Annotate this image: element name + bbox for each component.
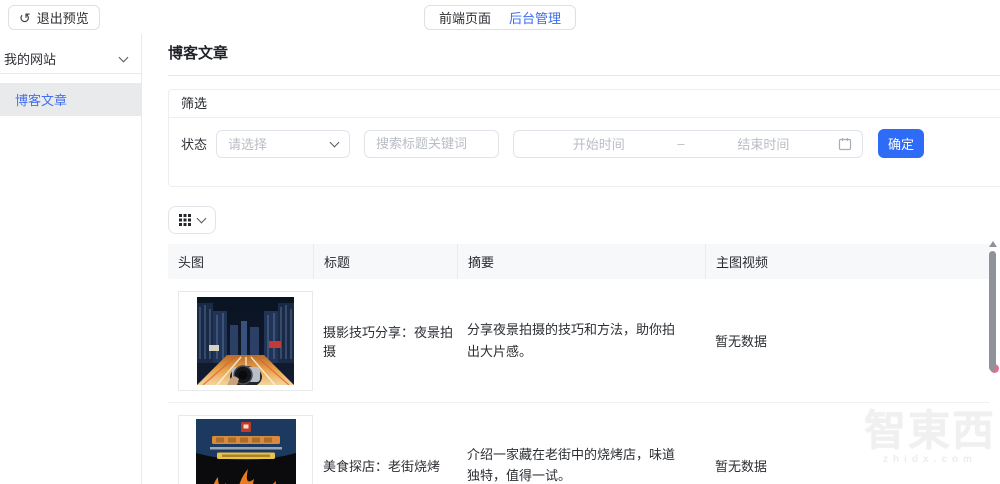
table-scrollbar (988, 241, 997, 371)
table-row[interactable]: 美食探店：老街烧烤 介绍一家藏在老街中的烧烤店，味道独特，值得一试。 暂无数据 (168, 403, 990, 484)
main-content: 博客文章 筛选 状态 请选择 开始时间 – 结束时间 (142, 34, 1000, 484)
article-thumbnail-frame (178, 415, 313, 484)
column-header-main-video: 主图视频 (705, 244, 990, 279)
bbq-food-poster (195, 419, 296, 484)
sidebar-item-blog-articles[interactable]: 博客文章 (0, 83, 141, 116)
scroll-up-icon[interactable] (988, 241, 997, 247)
page-title: 博客文章 (168, 45, 229, 62)
article-thumbnail-frame (178, 290, 313, 391)
sidebar-item-label: 博客文章 (15, 93, 68, 108)
article-summary: 介绍一家藏在老街中的烧烤店，味道独特，值得一试。 (467, 446, 676, 483)
calendar-icon (838, 137, 852, 150)
grid-view-icon (179, 214, 191, 226)
tab-frontend-page[interactable]: 前端页面 (439, 8, 491, 27)
sidebar: 我的网站 博客文章 (0, 34, 142, 484)
scrollbar-thumb[interactable] (989, 251, 996, 371)
date-end-placeholder[interactable]: 结束时间 (689, 134, 838, 153)
status-select[interactable]: 请选择 (216, 129, 351, 158)
title-divider (168, 75, 1000, 76)
chevron-down-icon (196, 213, 207, 224)
tab-backend-admin[interactable]: 后台管理 (509, 8, 561, 27)
site-menu-label: 我的网站 (4, 52, 57, 67)
article-title: 摄影技巧分享：夜景拍摄 (323, 324, 454, 359)
exit-preview-button[interactable]: ↺ 退出预览 (8, 5, 100, 30)
table-header-row: 头图 标题 摘要 主图视频 (168, 244, 990, 279)
article-summary: 分享夜景拍摄的技巧和方法，助你拍出大片感。 (467, 322, 676, 359)
thumbnail-cell (168, 415, 313, 484)
night-city-camera-photo (197, 296, 294, 385)
view-switcher: 前端页面 后台管理 (423, 5, 577, 30)
column-header-summary: 摘要 (457, 244, 705, 279)
view-mode-button[interactable] (168, 206, 216, 234)
sidebar-site-menu[interactable]: 我的网站 (0, 44, 141, 74)
undo-icon: ↺ (19, 9, 31, 26)
filter-panel-title: 筛选 (169, 90, 1000, 118)
confirm-button[interactable]: 确定 (878, 129, 925, 158)
topbar: ↺ 退出预览 前端页面 后台管理 (0, 0, 1000, 34)
date-range-separator: – (677, 136, 685, 151)
filter-panel: 筛选 状态 请选择 开始时间 – 结束时间 (168, 89, 1000, 187)
column-header-title: 标题 (313, 244, 457, 279)
date-start-placeholder[interactable]: 开始时间 (524, 134, 673, 153)
chevron-down-icon (329, 137, 340, 147)
thumbnail-cell (168, 290, 313, 391)
layout: 我的网站 博客文章 博客文章 筛选 状态 请选择 开始时间 – 结束 (0, 34, 1000, 484)
article-title: 美食探店：老街烧烤 (323, 458, 441, 474)
date-range-picker[interactable]: 开始时间 – 结束时间 (513, 129, 864, 158)
table-row[interactable]: 摄影技巧分享：夜景拍摄 分享夜景拍摄的技巧和方法，助你拍出大片感。 暂无数据 (168, 279, 990, 403)
column-header-thumbnail: 头图 (178, 255, 205, 270)
chevron-down-icon (118, 52, 129, 62)
exit-preview-label: 退出预览 (36, 11, 89, 26)
articles-table: 头图 标题 摘要 主图视频 摄影技巧分享：夜景拍摄 分享夜景拍摄的技巧和方法，助… (168, 244, 990, 484)
keyword-search-input[interactable] (364, 129, 500, 158)
status-label: 状态 (181, 137, 208, 152)
article-main-video: 暂无数据 (715, 334, 768, 349)
article-main-video: 暂无数据 (715, 458, 768, 474)
filter-form: 状态 请选择 开始时间 – 结束时间 确定 (169, 118, 1000, 186)
status-select-placeholder: 请选择 (228, 137, 268, 152)
